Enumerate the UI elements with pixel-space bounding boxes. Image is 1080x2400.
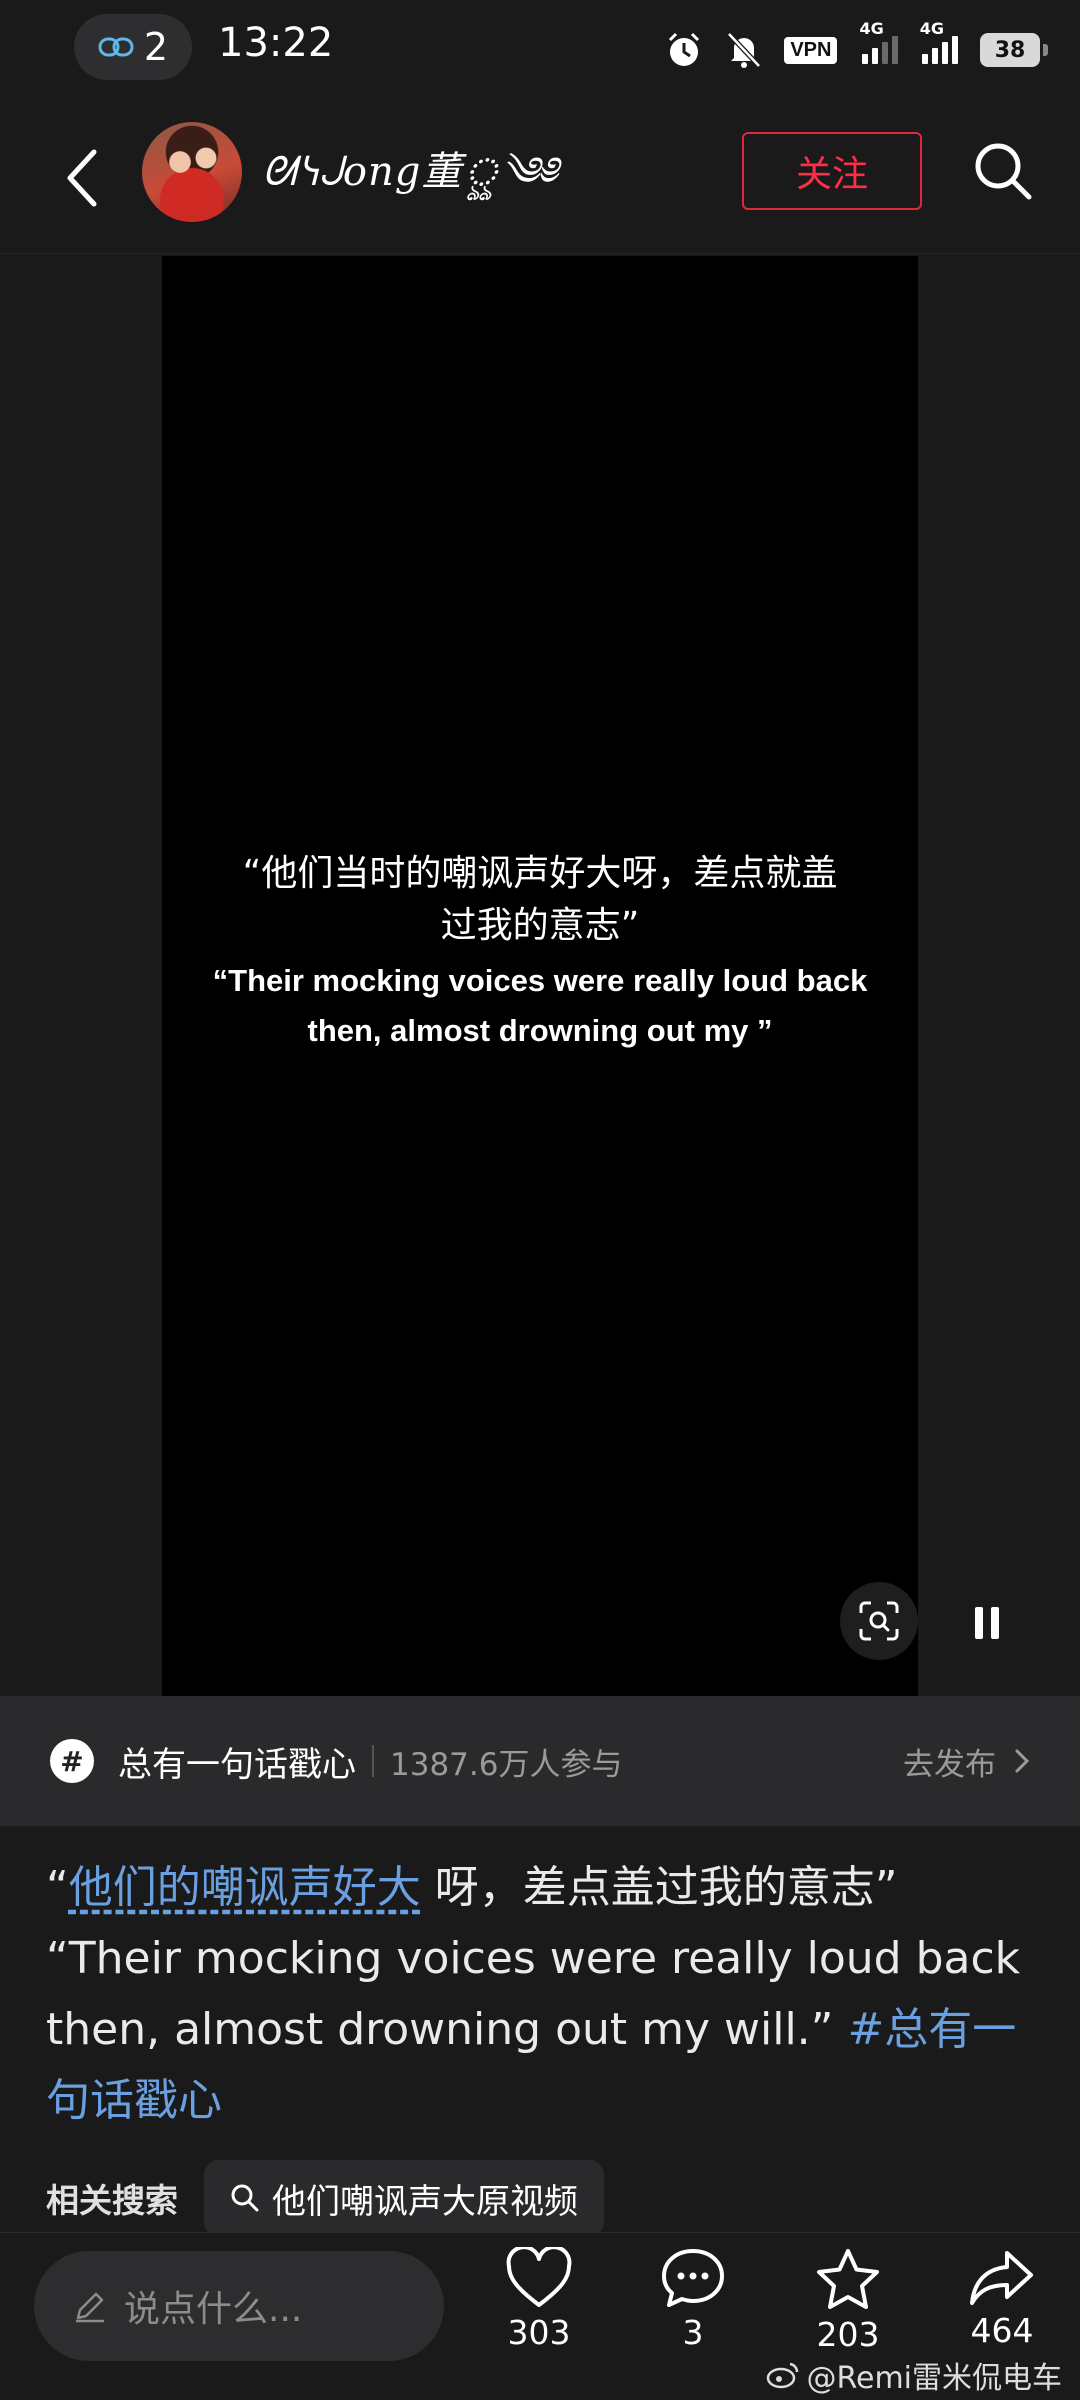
status-bar: 2 13:22 VPN 4G 4G 38 bbox=[0, 0, 1080, 100]
chevron-right-icon bbox=[1015, 1749, 1030, 1773]
pencil-icon bbox=[76, 2292, 104, 2323]
post-text-chinese: 呀，差点盖过我的意志” bbox=[420, 1862, 898, 1913]
visual-search-button[interactable] bbox=[840, 1582, 918, 1660]
link-count: 2 bbox=[143, 25, 169, 69]
scan-search-icon bbox=[859, 1601, 899, 1641]
link-icon bbox=[98, 37, 134, 57]
watermark-text: @Remi雷米侃电车 bbox=[806, 2361, 1062, 2396]
star-icon bbox=[817, 2249, 879, 2309]
post-quote-open: “ bbox=[46, 1862, 69, 1913]
video-player[interactable]: “他们当时的嘲讽声好大呀，差点就盖过我的意志” “Their mocking v… bbox=[162, 256, 999, 1696]
avatar[interactable] bbox=[142, 122, 242, 222]
pause-icon bbox=[975, 1607, 983, 1639]
share-button[interactable]: 464 bbox=[942, 2247, 1062, 2350]
mute-bell-icon bbox=[727, 32, 762, 68]
comment-bubble-icon bbox=[662, 2249, 724, 2307]
favorite-button[interactable]: 203 bbox=[788, 2247, 908, 2354]
status-icons: VPN 4G 4G 38 bbox=[664, 19, 1048, 78]
vpn-badge: VPN bbox=[784, 36, 838, 64]
chevron-left-icon bbox=[67, 149, 97, 207]
heart-icon bbox=[506, 2247, 572, 2307]
weibo-logo-icon bbox=[767, 2362, 799, 2389]
back-button[interactable] bbox=[50, 136, 114, 220]
bottom-action-bar: 说点什么... 303 3 203 464 @Remi雷米侃电车 bbox=[0, 2232, 1080, 2400]
topic-bar[interactable]: # 总有一句话戳心 1387.6万人参与 去发布 bbox=[0, 1696, 1080, 1826]
favorite-count: 203 bbox=[816, 2315, 880, 2354]
post-text: “他们的嘲讽声好大 呀，差点盖过我的意志” “Their mocking voi… bbox=[46, 1852, 1036, 2136]
related-search-label: 相关搜索 bbox=[46, 2181, 178, 2220]
alarm-icon bbox=[669, 32, 700, 66]
top-header: ᘛᓭᒍong董ৣ༄༅ 关注 bbox=[0, 100, 1080, 254]
username[interactable]: ᘛᓭᒍong董ৣ༄༅ bbox=[262, 126, 559, 239]
post-search-highlight[interactable]: 他们的嘲讽声好大 bbox=[69, 1862, 421, 1913]
topic-name[interactable]: 总有一句话戳心 bbox=[118, 1737, 356, 1786]
search-icon bbox=[975, 143, 1032, 200]
pause-button[interactable] bbox=[952, 1588, 1022, 1658]
search-button[interactable] bbox=[968, 136, 1038, 206]
comment-button[interactable]: 3 bbox=[633, 2247, 753, 2352]
like-count: 303 bbox=[507, 2313, 571, 2352]
follow-button[interactable]: 关注 bbox=[742, 132, 922, 210]
topic-participants: 1387.6万人参与 bbox=[390, 1746, 623, 1783]
search-icon bbox=[231, 2184, 259, 2212]
hashtag-icon: # bbox=[50, 1739, 94, 1783]
weibo-watermark: @Remi雷米侃电车 bbox=[766, 2353, 1062, 2397]
video-subtitle-chinese: “他们当时的嘲讽声好大呀，差点就盖过我的意志” bbox=[242, 853, 838, 946]
like-button[interactable]: 303 bbox=[479, 2247, 599, 2352]
video-subtitle-english: “Their mocking voices were really loud b… bbox=[212, 963, 868, 1048]
battery-icon: 38 bbox=[980, 33, 1048, 67]
topic-divider bbox=[372, 1745, 374, 1777]
signal-1-icon: 4G bbox=[859, 19, 898, 64]
publish-label: 去发布 bbox=[903, 1746, 996, 1783]
publish-button[interactable]: 去发布 bbox=[903, 1739, 1030, 1784]
share-arrow-icon bbox=[970, 2251, 1033, 2305]
comment-input[interactable]: 说点什么... bbox=[34, 2251, 444, 2361]
signal-2-label: 4G bbox=[919, 19, 944, 38]
share-count: 464 bbox=[970, 2311, 1034, 2350]
related-search-chip[interactable]: 他们嘲讽声大原视频 bbox=[204, 2160, 604, 2236]
clock: 13:22 bbox=[218, 20, 334, 66]
comment-placeholder: 说点什么... bbox=[124, 2289, 303, 2330]
comment-count: 3 bbox=[682, 2313, 704, 2352]
related-search-query: 他们嘲讽声大原视频 bbox=[272, 2181, 578, 2222]
signal-2-icon: 4G bbox=[920, 19, 958, 64]
signal-1-label: 4G bbox=[859, 19, 884, 38]
link-indicator[interactable]: 2 bbox=[74, 14, 192, 80]
related-search: 相关搜索 他们嘲讽声大原视频 bbox=[46, 2160, 604, 2236]
